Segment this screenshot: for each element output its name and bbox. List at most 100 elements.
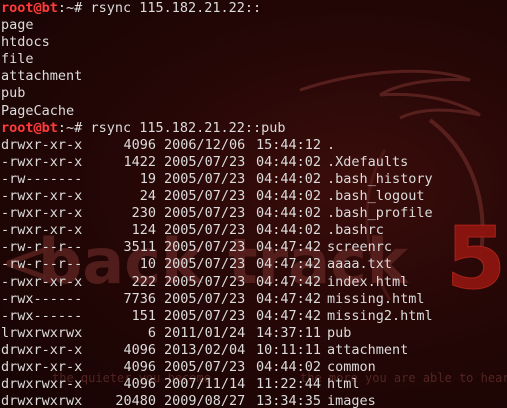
file-size: 124 — [131, 222, 156, 239]
file-date: 2005/07/23 — [164, 290, 246, 307]
file-date: 2011/01/24 — [164, 324, 246, 341]
file-date: 2005/07/23 — [164, 222, 246, 239]
listing-row: -rwx------ 7736 2005/07/23 04:47:42 missing.… — [0, 291, 507, 308]
file-time: 04:47:42 — [256, 273, 322, 290]
module-line: page — [1, 17, 34, 34]
file-time: 14:37:11 — [256, 324, 322, 341]
file-time: 04:44:02 — [256, 153, 322, 170]
file-size: 1422 — [123, 153, 156, 170]
listing-row: -rwx------ 151 2005/07/23 04:47:42 missing2.… — [0, 308, 507, 325]
file-date: 2005/07/23 — [164, 170, 246, 187]
terminal-window[interactable]: < back track 5 the quieter you become th… — [0, 0, 507, 408]
file-name: attachment — [327, 341, 409, 358]
file-date: 2005/07/23 — [164, 256, 246, 273]
file-size: 4096 — [123, 358, 156, 375]
file-size: 7736 — [123, 290, 156, 307]
file-size: 4096 — [123, 376, 156, 393]
file-name: .bash_logout — [327, 188, 425, 205]
file-date: 2007/11/14 — [164, 376, 246, 393]
prompt-host: bt — [41, 0, 58, 16]
file-permissions: -rw-r--r-- — [1, 256, 83, 273]
file-permissions: lrwxrwxrwx — [1, 324, 83, 341]
file-name: screenrc — [327, 239, 393, 256]
file-name: .bashrc — [327, 222, 384, 239]
file-name: .Xdefaults — [327, 153, 409, 170]
listing-row: -rwxr-xr-x 24 2005/07/23 04:44:02 .bash_logo… — [0, 188, 507, 205]
file-date: 2006/12/06 — [164, 136, 246, 153]
file-permissions: -rw-r--r-- — [1, 239, 83, 256]
file-permissions: drwxrwxr-x — [1, 376, 83, 393]
file-time: 04:44:02 — [256, 188, 322, 205]
listing-row: lrwxrwxrwx 6 2011/01/24 14:37:11 pub — [0, 325, 507, 342]
file-permissions: -rwxr-xr-x — [1, 222, 83, 239]
file-permissions: -rwxr-xr-x — [1, 188, 83, 205]
listing-row: drwxr-xr-x 4096 2005/07/23 04:44:02 common — [0, 359, 507, 376]
listing-row: -rw-r--r-- 3511 2005/07/23 04:47:42 screenrc — [0, 239, 507, 256]
prompt-path: :~# — [57, 0, 83, 16]
listing-row: drwxr-xr-x 4096 2013/02/04 10:11:11 attachme… — [0, 342, 507, 359]
prompt-host: bt — [41, 119, 58, 136]
file-date: 2005/07/23 — [164, 307, 246, 324]
file-time: 04:47:42 — [256, 307, 322, 324]
file-size: 6 — [147, 324, 156, 341]
file-size: 230 — [131, 205, 156, 222]
file-permissions: drwxr-xr-x — [1, 341, 83, 358]
prompt-line: root@bt:~# rsync 115.182.21.22:: — [0, 0, 507, 17]
command-text: rsync 115.182.21.22:: — [90, 0, 262, 16]
listing-row: drwxrwxr-x 4096 2007/11/14 11:22:44 html — [0, 376, 507, 393]
file-date: 2005/07/23 — [164, 188, 246, 205]
file-time: 04:47:42 — [256, 290, 322, 307]
file-permissions: drwxr-xr-x — [1, 136, 83, 153]
file-name: .bash_profile — [327, 205, 433, 222]
file-name: images — [327, 393, 376, 408]
prompt-line: root@bt:~# rsync 115.182.21.22::pub — [0, 120, 507, 137]
module-line: PageCache — [1, 102, 75, 119]
listing-row: -rw-r--r-- 10 2005/07/23 04:47:42 aaaa.txt — [0, 256, 507, 273]
file-time: 04:47:42 — [256, 239, 322, 256]
prompt-user: root — [1, 119, 34, 136]
file-size: 19 — [139, 170, 156, 187]
file-size: 24 — [139, 188, 156, 205]
file-time: 11:22:44 — [256, 376, 322, 393]
file-name: aaaa.txt — [327, 256, 393, 273]
file-name: common — [327, 358, 376, 375]
file-date: 2005/07/23 — [164, 153, 246, 170]
file-size: 4096 — [123, 341, 156, 358]
file-size: 222 — [131, 273, 156, 290]
listing-row: drwxrwxrwx 20480 2009/08/27 13:34:35 images — [0, 393, 507, 408]
file-date: 2005/07/23 — [164, 239, 246, 256]
prompt-at: @ — [33, 119, 42, 136]
file-size: 3511 — [123, 239, 156, 256]
terminal-output: root@bt:~# rsync 115.182.21.22:: page ht… — [0, 0, 507, 408]
file-date: 2005/07/23 — [164, 358, 246, 375]
prompt-path: :~# — [57, 119, 83, 136]
listing-row: drwxr-xr-x 4096 2006/12/06 15:44:12. — [0, 137, 507, 154]
module-line: htdocs — [1, 34, 50, 51]
module-line: attachment — [1, 68, 83, 85]
file-date: 2013/02/04 — [164, 341, 246, 358]
file-date: 2005/07/23 — [164, 205, 246, 222]
file-size: 4096 — [123, 136, 156, 153]
file-time: 04:44:02 — [256, 358, 322, 375]
file-size: 20480 — [115, 393, 156, 408]
file-name: index.html — [327, 273, 409, 290]
file-name: . — [327, 136, 336, 153]
file-permissions: -rwx------ — [1, 307, 83, 324]
listing-row: -rwxr-xr-x 230 2005/07/23 04:44:02 .bash_pro… — [0, 205, 507, 222]
prompt-user: root — [1, 0, 34, 16]
file-permissions: -rw------- — [1, 170, 83, 187]
file-time: 13:34:35 — [256, 393, 322, 408]
listing-row: -rwxr-xr-x 222 2005/07/23 04:47:42 index.htm… — [0, 274, 507, 291]
module-line: pub — [1, 85, 26, 102]
file-date: 2009/08/27 — [164, 393, 246, 408]
file-permissions: -rwx------ — [1, 290, 83, 307]
file-time: 04:44:02 — [256, 222, 322, 239]
file-name: .bash_history — [327, 170, 433, 187]
file-name: pub — [327, 324, 352, 341]
listing-row: -rwxr-xr-x 124 2005/07/23 04:44:02 .bashrc — [0, 222, 507, 239]
listing-row: -rwxr-xr-x 1422 2005/07/23 04:44:02 .Xdefaul… — [0, 154, 507, 171]
file-name: missing.html — [327, 290, 425, 307]
file-name: missing2.html — [327, 307, 433, 324]
file-time: 04:44:02 — [256, 170, 322, 187]
file-size: 10 — [139, 256, 156, 273]
